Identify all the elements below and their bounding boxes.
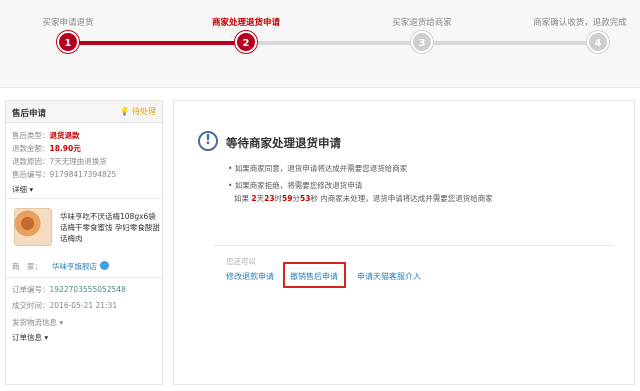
modify-refund-link[interactable]: 修改退款申请 bbox=[226, 271, 274, 282]
bullet-reject: • 如果商家拒绝，将需要您修改退货申请 bbox=[228, 181, 363, 190]
step-label-3: 买家退货给商家 bbox=[392, 18, 452, 28]
divider bbox=[6, 198, 162, 199]
lightbulb-icon: 💡 bbox=[119, 107, 130, 116]
sidebar-title: 售后申请 bbox=[12, 109, 47, 119]
can-do-label: 您还可以 bbox=[226, 257, 256, 266]
order-info-toggle[interactable]: 订单信息 ▾ bbox=[12, 332, 48, 343]
highlight-box bbox=[283, 262, 346, 288]
status-badge: 待处理 bbox=[132, 107, 156, 116]
chevron-down-icon: ▾ bbox=[59, 318, 64, 327]
reason-row: 退款原因：7天无理由退换货 bbox=[12, 157, 107, 166]
details-toggle[interactable]: 详细 ▾ bbox=[12, 184, 33, 195]
step-dot-4: 4 bbox=[587, 31, 609, 53]
order-no-link[interactable]: 1922703555052548 bbox=[50, 285, 126, 294]
page-title: 等待商家处理退货申请 bbox=[226, 136, 341, 150]
product-name[interactable]: 华味亨吃不厌话梅108gx6袋话梅干零食蜜饯 孕妇零食酸甜话梅肉 bbox=[60, 211, 160, 244]
chevron-down-icon: ▾ bbox=[29, 185, 34, 194]
step-dot-2: 2 bbox=[235, 31, 257, 53]
request-service-link[interactable]: 申请天猫客服介入 bbox=[357, 271, 421, 282]
step-label-1: 买家申请退货 bbox=[42, 18, 94, 28]
step-label-4: 商家确认收货，退款完成 bbox=[533, 18, 627, 28]
countdown-text: 如果 2天23时59分53秒 内商家未处理，退货申请将达成并需要您退货给商家 bbox=[234, 194, 493, 203]
chevron-down-icon: ▾ bbox=[44, 333, 49, 342]
bullet-agree: • 如果商家同意，退货申请将达成并需要您退货给商家 bbox=[228, 164, 408, 173]
step-dot-1: 1 bbox=[57, 31, 79, 53]
chat-icon[interactable] bbox=[100, 261, 109, 270]
order-no-row: 订单编号：1922703555052548 bbox=[12, 285, 126, 294]
amount-row: 退款金额：18.90元 bbox=[12, 144, 81, 153]
type-row: 售后类型：退货退款 bbox=[12, 131, 80, 140]
after-sale-sidebar: 售后申请 💡 待处理 售后类型：退货退款 退款金额：18.90元 退款原因：7天… bbox=[5, 100, 163, 385]
sidebar-header: 售后申请 💡 待处理 bbox=[6, 101, 162, 123]
divider bbox=[6, 277, 162, 278]
step-dot-3: 3 bbox=[411, 31, 433, 53]
divider bbox=[214, 245, 614, 246]
product-thumbnail[interactable] bbox=[14, 208, 52, 246]
exclamation-icon: ! bbox=[198, 131, 218, 151]
progress-track-done bbox=[68, 41, 246, 45]
store-row: 商 家： 华味亨旗舰店 bbox=[12, 261, 109, 272]
progress-steps: 买家申请退货 商家处理退货申请 买家退货给商家 商家确认收货，退款完成 1 2 … bbox=[0, 0, 640, 88]
after-sale-no-row: 售后编号：91798417394825 bbox=[12, 170, 117, 179]
shipping-info-toggle[interactable]: 发货物流信息 ▾ bbox=[12, 317, 63, 328]
store-link[interactable]: 华味亨旗舰店 bbox=[52, 262, 97, 271]
step-label-2: 商家处理退货申请 bbox=[211, 18, 281, 28]
main-panel: ! 等待商家处理退货申请 • 如果商家同意，退货申请将达成并需要您退货给商家 •… bbox=[173, 100, 635, 385]
deal-time-row: 成交时间：2016-05-21 21:31 bbox=[12, 301, 118, 310]
pending-status: 💡 待处理 bbox=[119, 106, 156, 117]
